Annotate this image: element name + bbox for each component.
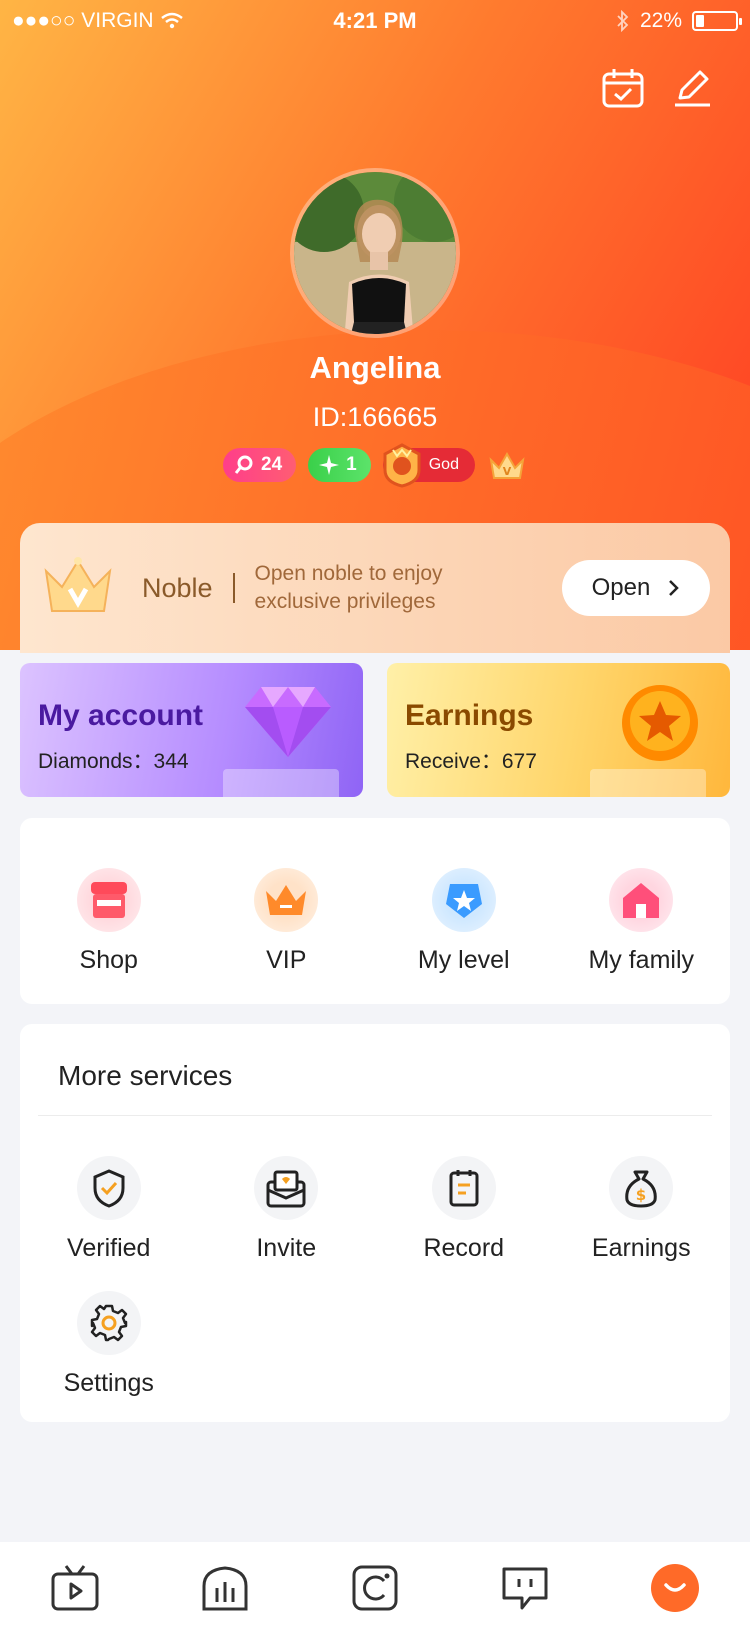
- vip-crown-icon: [254, 868, 319, 932]
- money-bag-icon: $: [609, 1156, 674, 1220]
- wallet-cards: My account Diamonds：344 Earnings Receive…: [20, 663, 730, 797]
- badge-row: 24 1 God V: [0, 443, 750, 488]
- crown-badge-icon: V: [489, 451, 525, 479]
- god-medal-icon: [383, 443, 421, 488]
- invite-envelope-icon: [254, 1156, 319, 1220]
- noble-crown-icon: [44, 557, 112, 612]
- chevron-right-icon: [669, 580, 680, 596]
- svg-text:V: V: [503, 465, 512, 478]
- fans-icon: [234, 455, 253, 474]
- noble-open-button[interactable]: Open: [562, 560, 710, 616]
- coin-star-icon: [622, 685, 698, 761]
- noble-title: Noble: [142, 572, 213, 603]
- svg-text:$: $: [636, 1186, 646, 1204]
- status-time: 4:21 PM: [333, 8, 417, 33]
- gear-icon: [76, 1291, 141, 1355]
- level-badge: 1: [308, 448, 371, 482]
- my-account-card[interactable]: My account Diamonds：344: [20, 663, 363, 797]
- god-badge: God: [382, 443, 475, 488]
- my-family-link[interactable]: My family: [553, 868, 731, 975]
- shop-icon: [76, 868, 141, 932]
- me-tab-icon[interactable]: [645, 1558, 705, 1618]
- battery-icon: [692, 11, 742, 31]
- record-service[interactable]: Record: [375, 1156, 553, 1263]
- verified-service[interactable]: Verified: [20, 1156, 198, 1263]
- avatar-photo: [294, 172, 456, 334]
- diamond-icon: [245, 687, 331, 757]
- moments-tab-icon[interactable]: [345, 1558, 405, 1618]
- bottom-tab-bar: [0, 1542, 750, 1643]
- record-document-icon: [431, 1156, 496, 1220]
- noble-banner[interactable]: Noble Open noble to enjoy exclusive priv…: [20, 523, 730, 653]
- quick-links-panel: Shop VIP My level My family: [20, 818, 730, 1004]
- earnings-card[interactable]: Earnings Receive：677: [387, 663, 730, 797]
- noble-divider: [232, 573, 235, 603]
- more-services-panel: More services Verified Invite Record $ E…: [20, 1024, 730, 1422]
- messages-tab-icon[interactable]: [495, 1558, 555, 1618]
- fans-badge: 24: [223, 448, 297, 482]
- profile-name: Angelina: [309, 350, 441, 385]
- calendar-checkin-icon[interactable]: [602, 68, 644, 108]
- noble-description: Open noble to enjoy exclusive privileges: [254, 562, 443, 613]
- live-tab-icon[interactable]: [45, 1558, 105, 1618]
- earnings-service[interactable]: $ Earnings: [553, 1156, 731, 1263]
- sparkle-icon: [319, 455, 340, 475]
- explore-tab-icon[interactable]: [195, 1558, 255, 1618]
- shop-link[interactable]: Shop: [20, 868, 198, 975]
- edit-icon[interactable]: [672, 68, 712, 108]
- profile-id: ID:166665: [312, 402, 438, 432]
- avatar[interactable]: [290, 168, 460, 338]
- status-bar: ●●●○○ VIRGIN 4:21 PM 22%: [0, 0, 750, 42]
- vip-link[interactable]: VIP: [198, 868, 376, 975]
- settings-service[interactable]: Settings: [20, 1291, 198, 1398]
- family-home-icon: [609, 868, 674, 932]
- invite-service[interactable]: Invite: [198, 1156, 376, 1263]
- more-services-title: More services: [38, 1024, 712, 1116]
- verified-shield-icon: [76, 1156, 141, 1220]
- level-star-icon: [431, 868, 496, 932]
- my-level-link[interactable]: My level: [375, 868, 553, 975]
